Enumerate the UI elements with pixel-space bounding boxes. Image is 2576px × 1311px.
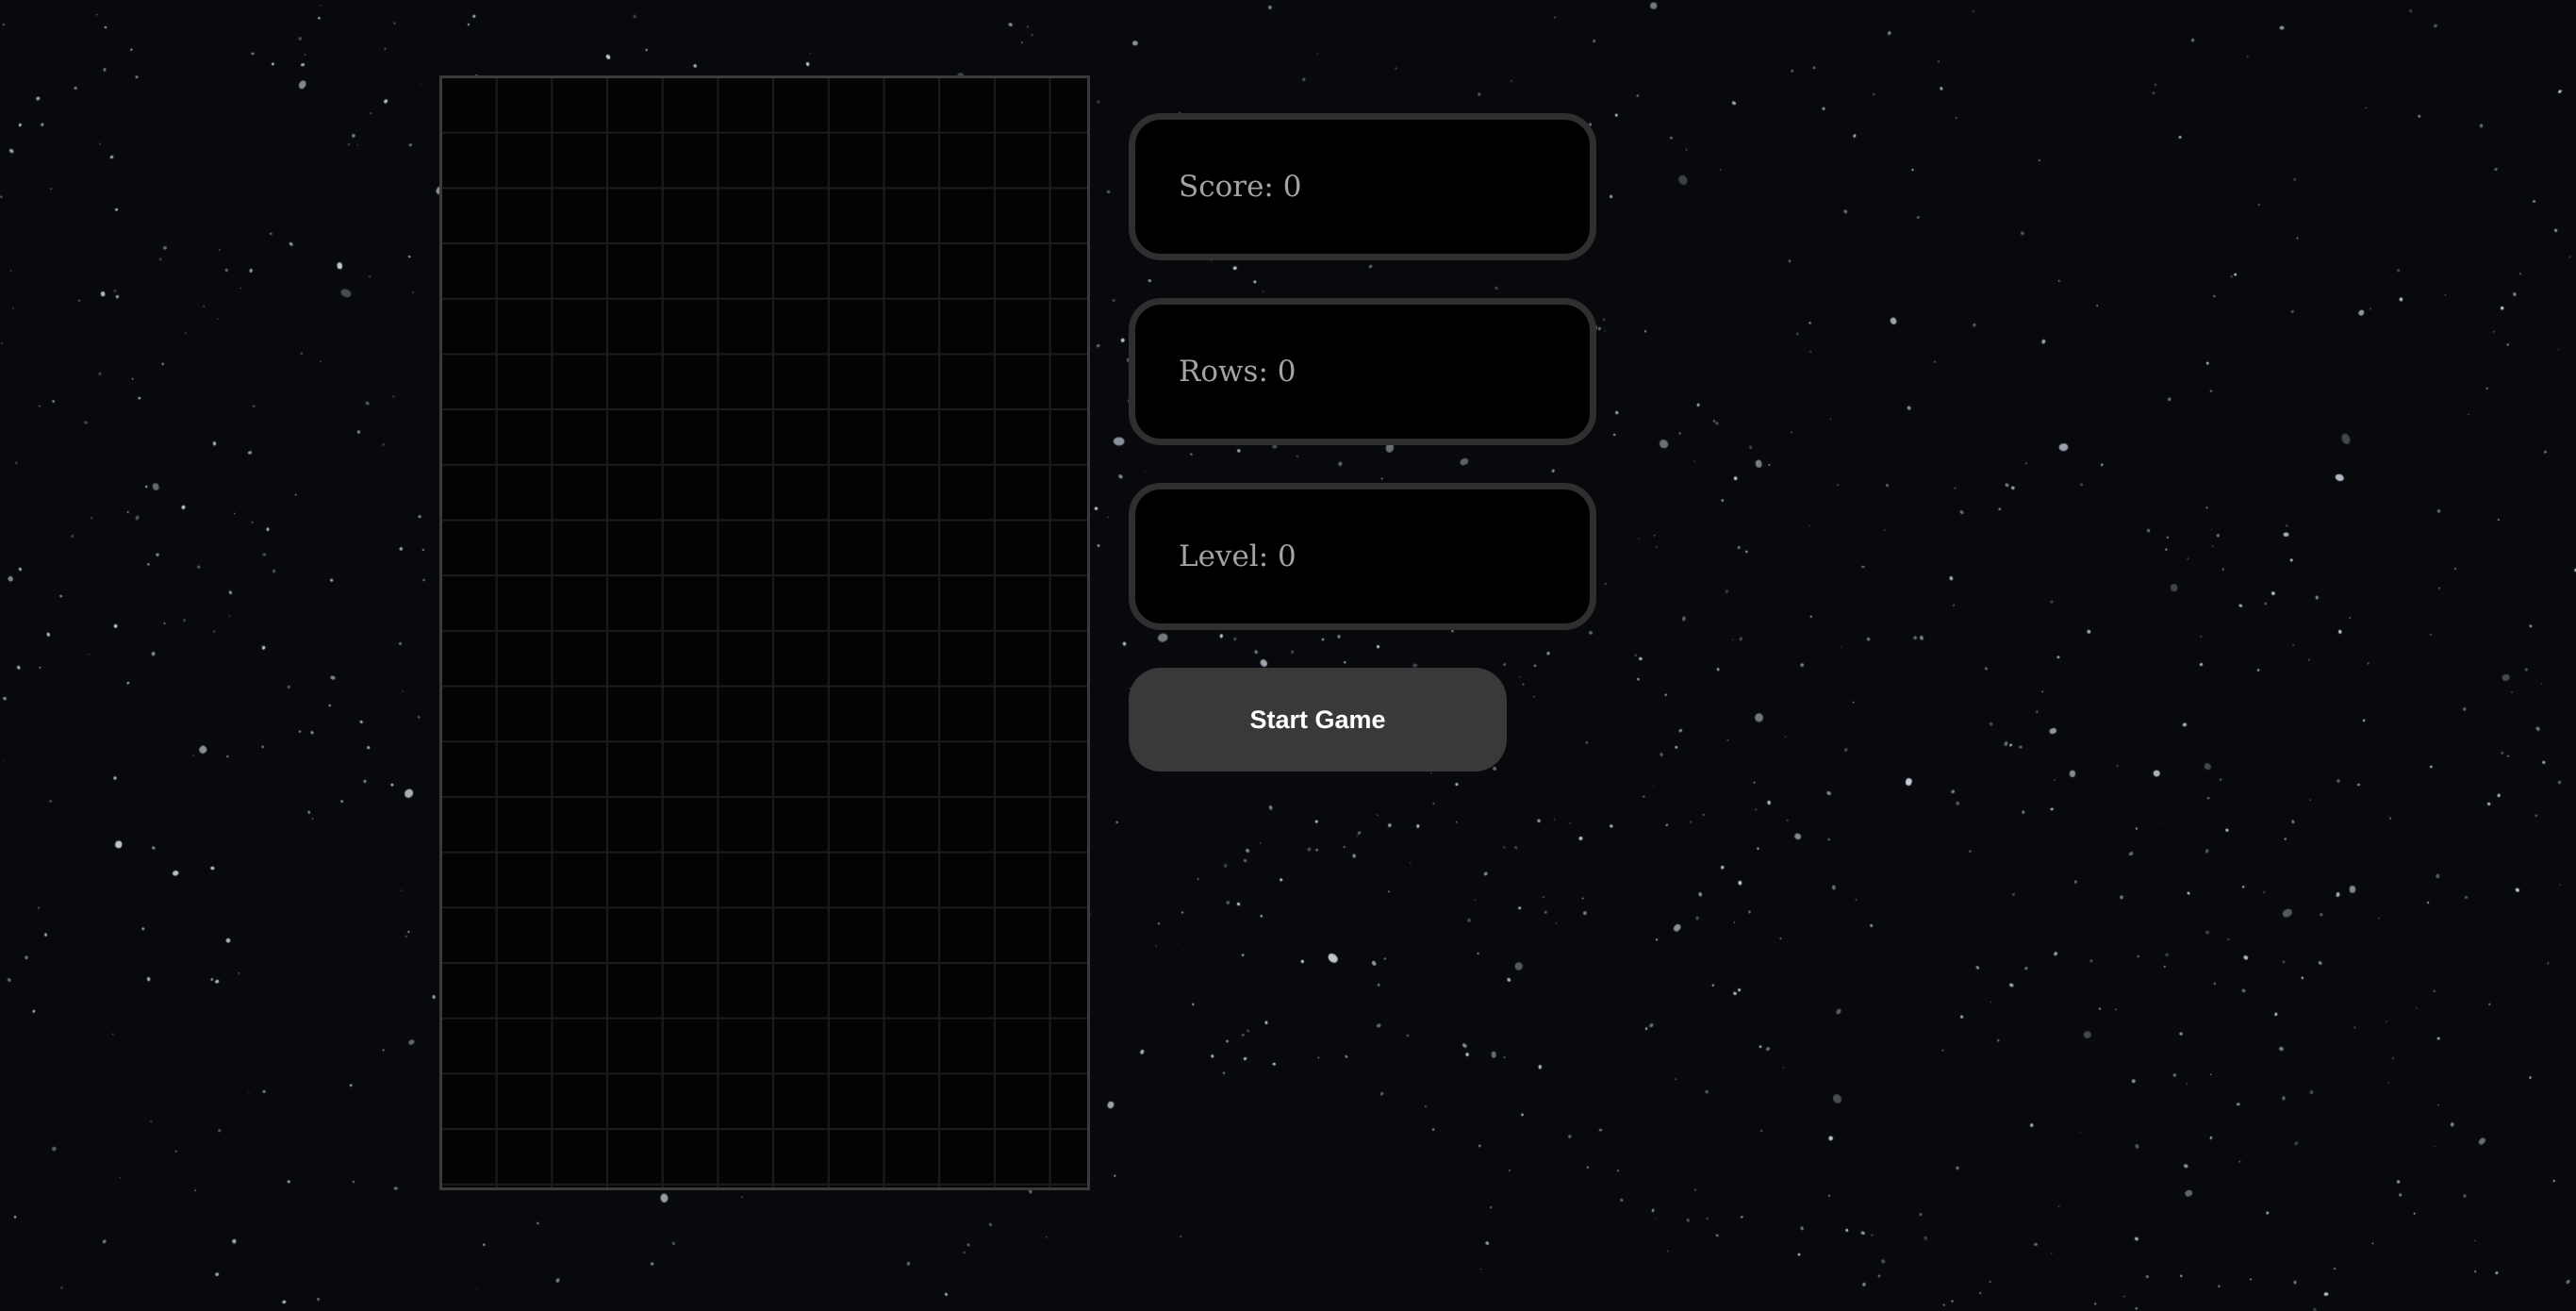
level-panel: Level: 0 [1129, 483, 1596, 630]
game-board[interactable] [439, 75, 1090, 1190]
rows-panel: Rows: 0 [1129, 298, 1596, 445]
level-label: Level: 0 [1179, 539, 1296, 573]
score-panel: Score: 0 [1129, 113, 1596, 260]
rows-label: Rows: 0 [1179, 355, 1296, 389]
score-label: Score: 0 [1179, 170, 1302, 204]
start-game-button[interactable]: Start Game [1129, 668, 1507, 772]
